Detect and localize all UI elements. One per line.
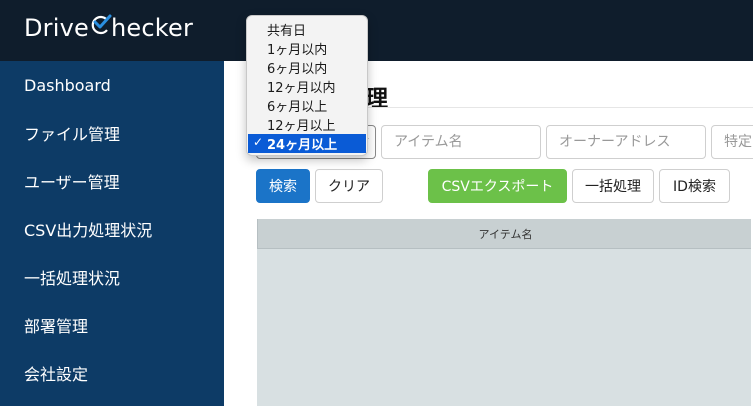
item-name-placeholder: アイテム名 (394, 134, 463, 150)
sidebar-item-label: ユーザー管理 (24, 173, 120, 192)
top-bar: Drive hecker (0, 0, 753, 61)
dropdown-option[interactable]: 12ヶ月以内 (247, 77, 367, 96)
dropdown-option-selected[interactable]: ✓ 24ヶ月以上 (248, 134, 366, 153)
id-search-button[interactable]: ID検索 (659, 169, 730, 203)
sidebar-item-dashboard[interactable]: Dashboard (0, 61, 224, 109)
sidebar-item-label: 一括処理状況 (24, 269, 121, 288)
bulk-process-button[interactable]: 一括処理 (572, 169, 654, 203)
sidebar-item-label: 部署管理 (24, 317, 89, 336)
sidebar-item-company-settings[interactable]: 会社設定 (0, 349, 224, 397)
owner-address-placeholder: オーナーアドレス (559, 134, 671, 150)
table-header: アイテム名 (257, 219, 753, 249)
option-label: 共有日 (267, 24, 307, 39)
specific-input[interactable]: 特定 (711, 125, 753, 159)
logo-text-suffix: hecker (110, 14, 194, 42)
dropdown-option[interactable]: 6ヶ月以内 (247, 58, 367, 77)
option-label: 1ヶ月以内 (267, 43, 328, 58)
search-button[interactable]: 検索 (256, 169, 310, 203)
sidebar-item-bulk-status[interactable]: 一括処理状況 (0, 253, 224, 301)
clear-button-label: クリア (328, 179, 370, 195)
option-label: 6ヶ月以上 (267, 100, 328, 115)
file-table: アイテム名 (257, 219, 753, 406)
app-logo[interactable]: Drive hecker (24, 14, 193, 42)
option-label: 24ヶ月以上 (267, 138, 338, 153)
search-button-label: 検索 (269, 179, 297, 195)
sidebar-item-label: 会社設定 (24, 365, 89, 384)
csv-export-button-label: CSVエクスポート (441, 179, 554, 195)
clear-button[interactable]: クリア (315, 169, 383, 203)
logo-text-prefix: Drive (24, 14, 89, 42)
dropdown-option[interactable]: 6ヶ月以上 (247, 96, 367, 115)
dropdown-option[interactable]: 1ヶ月以内 (247, 39, 367, 58)
dropdown-option[interactable]: 12ヶ月以上 (247, 115, 367, 134)
option-label: 12ヶ月以内 (267, 81, 336, 96)
option-label: 6ヶ月以内 (267, 62, 328, 77)
option-label: 12ヶ月以上 (267, 119, 336, 134)
bulk-process-button-label: 一括処理 (585, 179, 641, 195)
sidebar-item-label: ファイル管理 (24, 125, 121, 144)
logo-check-icon (91, 14, 112, 35)
specific-placeholder: 特定 (724, 134, 752, 150)
column-header-item-name[interactable]: アイテム名 (479, 226, 533, 242)
shared-date-dropdown: 共有日 1ヶ月以内 6ヶ月以内 12ヶ月以内 6ヶ月以上 12ヶ月以上 ✓ 24… (246, 15, 368, 156)
owner-address-input[interactable]: オーナーアドレス (546, 125, 706, 159)
csv-export-button[interactable]: CSVエクスポート (428, 169, 567, 203)
id-search-button-label: ID検索 (673, 179, 716, 195)
sidebar-item-label: CSV出力処理状況 (24, 221, 153, 240)
checkmark-icon: ✓ (253, 135, 264, 149)
sidebar-item-user-management[interactable]: ユーザー管理 (0, 157, 224, 205)
dropdown-option[interactable]: 共有日 (247, 20, 367, 39)
item-name-input[interactable]: アイテム名 (381, 125, 541, 159)
sidebar-item-csv-status[interactable]: CSV出力処理状況 (0, 205, 224, 253)
sidebar-item-department[interactable]: 部署管理 (0, 301, 224, 349)
sidebar-item-label: Dashboard (24, 75, 111, 95)
sidebar-item-file-management[interactable]: ファイル管理 (0, 109, 224, 157)
sidebar: Dashboard ファイル管理 ユーザー管理 CSV出力処理状況 一括処理状況… (0, 61, 224, 406)
